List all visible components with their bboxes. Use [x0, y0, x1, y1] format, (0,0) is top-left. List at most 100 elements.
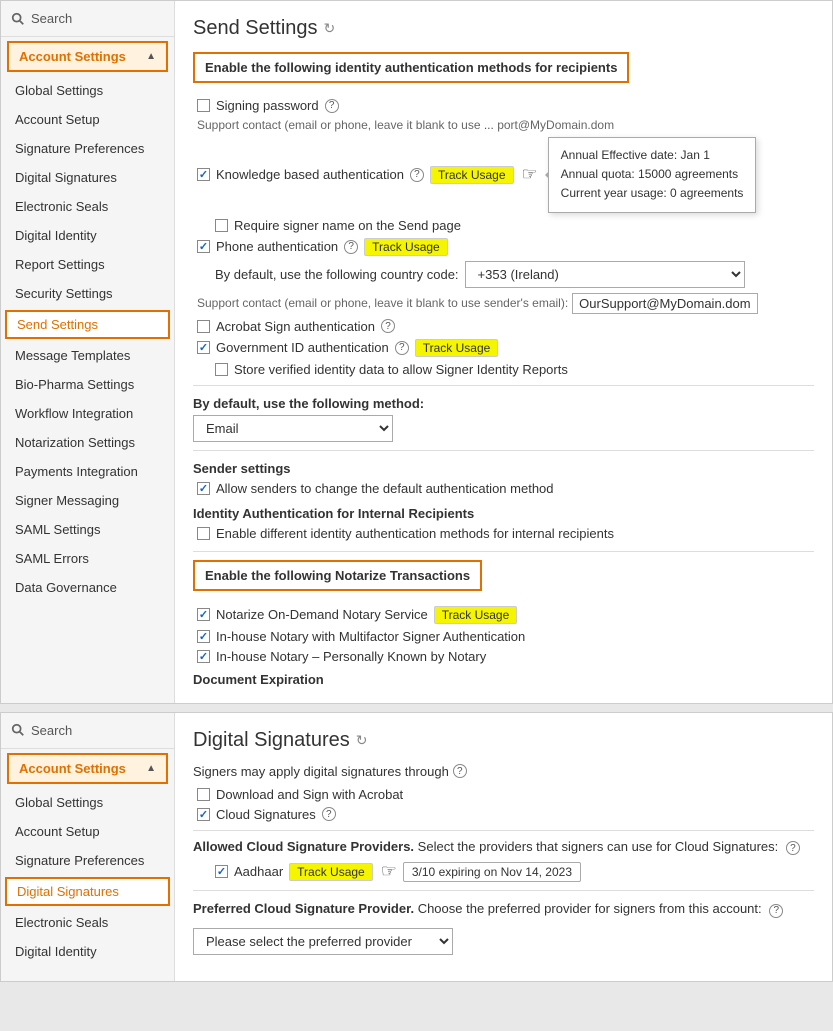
sidebar-item-security-settings-1[interactable]: Security Settings — [1, 279, 174, 308]
gov-id-row: Government ID authentication ? Track Usa… — [193, 339, 814, 357]
in-house-personal-label: In-house Notary – Personally Known by No… — [216, 649, 486, 664]
send-settings-main: Send Settings ↻ Enable the following ide… — [175, 1, 832, 703]
preferred-provider-select[interactable]: Please select the preferred provider — [193, 928, 453, 955]
cloud-signatures-info-icon[interactable]: ? — [322, 807, 336, 821]
support-contact-email-value: OurSupport@MyDomain.dom — [572, 293, 757, 314]
signers-label-row: Signers may apply digital signatures thr… — [193, 764, 814, 779]
phone-auth-checkbox[interactable] — [197, 240, 210, 253]
refresh-icon-2[interactable]: ↻ — [356, 732, 368, 749]
divider-5 — [193, 890, 814, 891]
sidebar-item-signature-prefs-2[interactable]: Signature Preferences — [1, 846, 174, 875]
support-contact-row-1: Support contact (email or phone, leave i… — [193, 118, 814, 132]
signers-info-icon[interactable]: ? — [453, 764, 467, 778]
sidebar-2: Search Account Settings ▲ Global Setting… — [1, 713, 175, 981]
support-contact-row-2: Support contact (email or phone, leave i… — [193, 293, 814, 314]
sidebar-item-saml-settings-1[interactable]: SAML Settings — [1, 515, 174, 544]
gov-id-label: Government ID authentication — [216, 340, 389, 355]
sidebar-item-biopharma-1[interactable]: Bio-Pharma Settings — [1, 370, 174, 399]
signing-password-label: Signing password — [216, 98, 319, 113]
enable-different-row: Enable different identity authentication… — [193, 526, 814, 541]
phone-auth-track-usage-btn[interactable]: Track Usage — [364, 238, 448, 256]
phone-auth-row: Phone authentication ? Track Usage — [193, 238, 814, 256]
sidebar-item-workflow-1[interactable]: Workflow Integration — [1, 399, 174, 428]
identity-auth-internal-label: Identity Authentication for Internal Rec… — [193, 506, 814, 521]
sidebar-item-digital-sigs-1[interactable]: Digital Signatures — [1, 163, 174, 192]
sidebar-item-global-settings-2[interactable]: Global Settings — [1, 788, 174, 817]
notarize-track-usage-btn[interactable]: Track Usage — [434, 606, 518, 624]
aadhaar-checkbox[interactable] — [215, 865, 228, 878]
in-house-personal-checkbox[interactable] — [197, 650, 210, 663]
knowledge-based-track-usage-btn[interactable]: Track Usage — [430, 166, 514, 184]
allow-senders-checkbox[interactable] — [197, 482, 210, 495]
sidebar-item-send-settings-1[interactable]: Send Settings — [5, 310, 170, 339]
require-signer-name-checkbox[interactable] — [215, 219, 228, 232]
sidebar-item-signature-prefs-1[interactable]: Signature Preferences — [1, 134, 174, 163]
sidebar-item-digital-identity-2[interactable]: Digital Identity — [1, 937, 174, 966]
chevron-up-icon-1: ▲ — [146, 51, 156, 62]
account-settings-section-2[interactable]: Account Settings ▲ — [7, 753, 168, 784]
gov-id-checkbox[interactable] — [197, 341, 210, 354]
knowledge-based-checkbox[interactable] — [197, 168, 210, 181]
store-verified-checkbox[interactable] — [215, 363, 228, 376]
allowed-cloud-info-icon[interactable]: ? — [786, 841, 800, 855]
sidebar-item-notarization-1[interactable]: Notarization Settings — [1, 428, 174, 457]
sidebar-item-signer-messaging-1[interactable]: Signer Messaging — [1, 486, 174, 515]
download-sign-label: Download and Sign with Acrobat — [216, 787, 403, 802]
divider-1 — [193, 385, 814, 386]
allow-senders-row: Allow senders to change the default auth… — [193, 481, 814, 496]
page-title-send-settings: Send Settings ↻ — [193, 17, 814, 40]
in-house-multifactor-label: In-house Notary with Multifactor Signer … — [216, 629, 525, 644]
send-settings-panel: Search Account Settings ▲ Global Setting… — [0, 0, 833, 704]
tooltip-annual-quota: Annual quota: 15000 agreements — [561, 165, 744, 184]
sidebar-item-saml-errors-1[interactable]: SAML Errors — [1, 544, 174, 573]
enable-different-label: Enable different identity authentication… — [216, 526, 614, 541]
sidebar-item-electronic-seals-2[interactable]: Electronic Seals — [1, 908, 174, 937]
sidebar-item-data-governance-1[interactable]: Data Governance — [1, 573, 174, 602]
store-verified-row: Store verified identity data to allow Si… — [193, 362, 814, 377]
account-settings-section-1[interactable]: Account Settings ▲ — [7, 41, 168, 72]
digital-signatures-main: Digital Signatures ↻ Signers may apply d… — [175, 713, 832, 981]
aadhaar-track-usage-btn[interactable]: Track Usage — [289, 863, 373, 881]
allow-senders-label: Allow senders to change the default auth… — [216, 481, 554, 496]
cloud-signatures-row: Cloud Signatures ? — [193, 807, 814, 822]
knowledge-based-info-icon[interactable]: ? — [410, 168, 424, 182]
cloud-signatures-checkbox[interactable] — [197, 808, 210, 821]
notarize-section-box: Enable the following Notarize Transactio… — [193, 560, 482, 591]
signing-password-info-icon[interactable]: ? — [325, 99, 339, 113]
country-code-select[interactable]: +353 (Ireland) — [465, 261, 745, 288]
search-bar-2[interactable]: Search — [1, 713, 174, 749]
sidebar-item-payments-1[interactable]: Payments Integration — [1, 457, 174, 486]
sidebar-item-global-settings-1[interactable]: Global Settings — [1, 76, 174, 105]
sidebar-item-report-settings-1[interactable]: Report Settings — [1, 250, 174, 279]
signing-password-row: Signing password ? — [193, 98, 814, 113]
download-sign-checkbox[interactable] — [197, 788, 210, 801]
sidebar-item-account-setup-2[interactable]: Account Setup — [1, 817, 174, 846]
sidebar-item-digital-identity-1[interactable]: Digital Identity — [1, 221, 174, 250]
refresh-icon-1[interactable]: ↻ — [324, 20, 336, 37]
phone-auth-info-icon[interactable]: ? — [344, 240, 358, 254]
sidebar-item-electronic-seals-1[interactable]: Electronic Seals — [1, 192, 174, 221]
tooltip-annual-effective: Annual Effective date: Jan 1 — [561, 146, 744, 165]
sidebar-item-account-setup-1[interactable]: Account Setup — [1, 105, 174, 134]
enable-different-checkbox[interactable] — [197, 527, 210, 540]
preferred-info-icon[interactable]: ? — [769, 904, 783, 918]
notarize-on-demand-checkbox[interactable] — [197, 608, 210, 621]
allowed-cloud-section: Allowed Cloud Signature Providers. Selec… — [193, 839, 814, 856]
require-signer-name-label: Require signer name on the Send page — [234, 218, 461, 233]
acrobat-sign-checkbox[interactable] — [197, 320, 210, 333]
in-house-personal-row: In-house Notary – Personally Known by No… — [193, 649, 814, 664]
store-verified-label: Store verified identity data to allow Si… — [234, 362, 568, 377]
sidebar-item-message-templates-1[interactable]: Message Templates — [1, 341, 174, 370]
search-bar-1[interactable]: Search — [1, 1, 174, 37]
acrobat-sign-info-icon[interactable]: ? — [381, 319, 395, 333]
gov-id-track-usage-btn[interactable]: Track Usage — [415, 339, 499, 357]
signing-password-checkbox[interactable] — [197, 99, 210, 112]
sidebar-item-digital-sigs-2[interactable]: Digital Signatures — [5, 877, 170, 906]
preferred-provider-section: Preferred Cloud Signature Provider. Choo… — [193, 901, 814, 955]
notarize-on-demand-row: Notarize On-Demand Notary Service Track … — [193, 606, 814, 624]
gov-id-info-icon[interactable]: ? — [395, 341, 409, 355]
default-method-select[interactable]: Email — [193, 415, 393, 442]
sender-settings-label: Sender settings — [193, 461, 814, 476]
cursor-icon-aadhaar: ☞ — [381, 861, 397, 882]
in-house-multifactor-checkbox[interactable] — [197, 630, 210, 643]
